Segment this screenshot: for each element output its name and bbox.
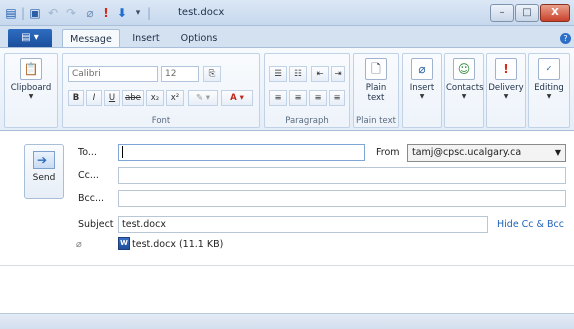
arrow-down-icon[interactable]: ⬇ xyxy=(116,5,128,21)
help-icon[interactable]: ? xyxy=(560,33,571,44)
chevron-down-icon: ▼ xyxy=(28,93,34,100)
clipboard-icon: 📋 xyxy=(20,58,42,80)
importance-icon: ! xyxy=(495,58,517,80)
editing-button[interactable]: ✓ Editing ▼ xyxy=(530,58,568,100)
decrease-indent-icon[interactable]: ⇤ xyxy=(311,66,329,82)
editing-label: Editing xyxy=(534,83,564,93)
contacts-button[interactable]: ☺ Contacts ▼ xyxy=(446,58,484,100)
chevron-down-icon: ▼ xyxy=(554,148,561,157)
close-button[interactable]: X xyxy=(540,4,570,22)
insert-button[interactable]: ⌀ Insert ▼ xyxy=(404,58,440,100)
minimize-button[interactable]: – xyxy=(490,4,514,22)
send-icon xyxy=(33,151,55,169)
text-cursor xyxy=(122,146,123,158)
subject-field[interactable]: test.docx xyxy=(118,216,488,233)
ribbon: 📋 Clipboard ▼ Calibri 12 ⎘ B I U abe x₂ … xyxy=(0,47,574,131)
increase-indent-icon[interactable]: ⇥ xyxy=(331,66,345,82)
spelling-icon: ✓ xyxy=(538,58,560,80)
chevron-down-icon: ▼ xyxy=(503,93,509,100)
bold-button[interactable]: B xyxy=(68,90,84,106)
maximize-button[interactable]: □ xyxy=(515,4,539,22)
delivery-button[interactable]: ! Delivery ▼ xyxy=(488,58,524,100)
insert-group: ⌀ Insert ▼ xyxy=(402,53,442,128)
clipboard-button[interactable]: 📋 Clipboard ▼ xyxy=(7,58,55,100)
italic-button[interactable]: I xyxy=(86,90,102,106)
from-value: tamj@cpsc.ucalgary.ca xyxy=(412,147,522,158)
app-icon[interactable]: ▤ xyxy=(4,5,18,21)
file-tab[interactable]: ▤ ▾ xyxy=(8,29,52,47)
paragraph-group-label: Paragraph xyxy=(285,116,329,126)
plain-text-label-1: Plain xyxy=(365,83,387,93)
document-icon: 🗋 xyxy=(365,58,387,80)
plain-text-button[interactable]: 🗋 Plain text xyxy=(356,58,396,103)
bullets-icon[interactable]: ☷ xyxy=(289,66,307,82)
chevron-down-icon: ▼ xyxy=(419,93,425,100)
send-label: Send xyxy=(32,173,56,183)
window-title: test.docx xyxy=(178,7,225,18)
contacts-group: ☺ Contacts ▼ xyxy=(444,53,484,128)
tab-options[interactable]: Options xyxy=(176,29,222,48)
attach-icon[interactable]: ⌀ xyxy=(84,5,96,21)
highlight-icon[interactable]: ✎ ▾ xyxy=(188,90,218,106)
subject-label: Subject xyxy=(78,219,114,230)
hide-cc-bcc-link[interactable]: Hide Cc & Bcc xyxy=(497,219,564,230)
separator: | xyxy=(20,6,26,20)
contacts-label: Contacts xyxy=(446,83,484,93)
contacts-icon: ☺ xyxy=(453,58,475,80)
font-color-icon[interactable]: A ▾ xyxy=(221,90,253,106)
font-size-field[interactable]: 12 xyxy=(161,66,199,82)
chevron-down-icon: ▼ xyxy=(546,93,552,100)
paperclip-icon: ⌀ xyxy=(411,58,433,80)
cc-label[interactable]: Cc... xyxy=(78,170,99,181)
strikethrough-button[interactable]: abe xyxy=(122,90,144,106)
plain-text-group-label: Plain text xyxy=(356,116,396,126)
to-label[interactable]: To... xyxy=(78,147,97,158)
cc-field[interactable] xyxy=(118,167,566,184)
plain-text-label-2: text xyxy=(367,93,385,103)
save-icon[interactable]: ▣ xyxy=(28,5,42,21)
align-left-icon[interactable]: ≡ xyxy=(269,90,287,106)
font-name-field[interactable]: Calibri xyxy=(68,66,158,82)
bcc-field[interactable] xyxy=(118,190,566,207)
subscript-button[interactable]: x₂ xyxy=(146,90,164,106)
send-button[interactable]: Send xyxy=(24,144,64,199)
paragraph-group: ☰ ☷ ⇤ ⇥ ≡ ≡ ≡ ≡ Paragraph xyxy=(264,53,350,128)
align-right-icon[interactable]: ≡ xyxy=(309,90,327,106)
attachment-file[interactable]: test.docx (11.1 KB) xyxy=(132,239,223,250)
ribbon-tabs: ▤ ▾ Message Insert Options ? xyxy=(0,26,574,48)
insert-label: Insert xyxy=(409,83,435,93)
title-bar: ▤ | ▣ ↶ ↷ ⌀ ! ⬇ ▾ | test.docx – □ X xyxy=(0,0,574,26)
from-select[interactable]: tamj@cpsc.ucalgary.ca ▼ xyxy=(407,144,566,162)
tab-insert[interactable]: Insert xyxy=(126,29,166,48)
font-group: Calibri 12 ⎘ B I U abe x₂ x² ✎ ▾ A ▾ Fon… xyxy=(62,53,260,128)
underline-button[interactable]: U xyxy=(104,90,120,106)
undo-icon[interactable]: ↶ xyxy=(46,5,60,21)
word-document-icon: W xyxy=(118,237,130,250)
tab-message[interactable]: Message xyxy=(62,29,120,48)
justify-icon[interactable]: ≡ xyxy=(329,90,345,106)
bcc-label[interactable]: Bcc... xyxy=(78,193,104,204)
delivery-group: ! Delivery ▼ xyxy=(486,53,526,128)
format-painter-icon[interactable]: ⎘ xyxy=(203,66,221,82)
to-field[interactable] xyxy=(118,144,365,161)
importance-icon[interactable]: ! xyxy=(100,5,112,21)
redo-icon[interactable]: ↷ xyxy=(64,5,78,21)
numbering-icon[interactable]: ☰ xyxy=(269,66,287,82)
clipboard-label: Clipboard xyxy=(10,83,52,93)
superscript-button[interactable]: x² xyxy=(166,90,184,106)
chevron-down-icon: ▼ xyxy=(461,93,467,100)
paperclip-icon: ⌀ xyxy=(76,239,82,250)
delivery-label: Delivery xyxy=(488,83,524,93)
from-label: From xyxy=(376,147,400,158)
attachment-row: ⌀ xyxy=(76,239,82,250)
editing-group: ✓ Editing ▼ xyxy=(528,53,570,128)
separator: | xyxy=(146,6,152,20)
font-group-label: Font xyxy=(151,116,171,126)
plain-text-group: 🗋 Plain text Plain text xyxy=(353,53,399,128)
status-bar xyxy=(0,313,574,329)
clipboard-group: 📋 Clipboard ▼ xyxy=(4,53,58,128)
align-center-icon[interactable]: ≡ xyxy=(289,90,307,106)
customize-icon[interactable]: ▾ xyxy=(132,5,144,21)
